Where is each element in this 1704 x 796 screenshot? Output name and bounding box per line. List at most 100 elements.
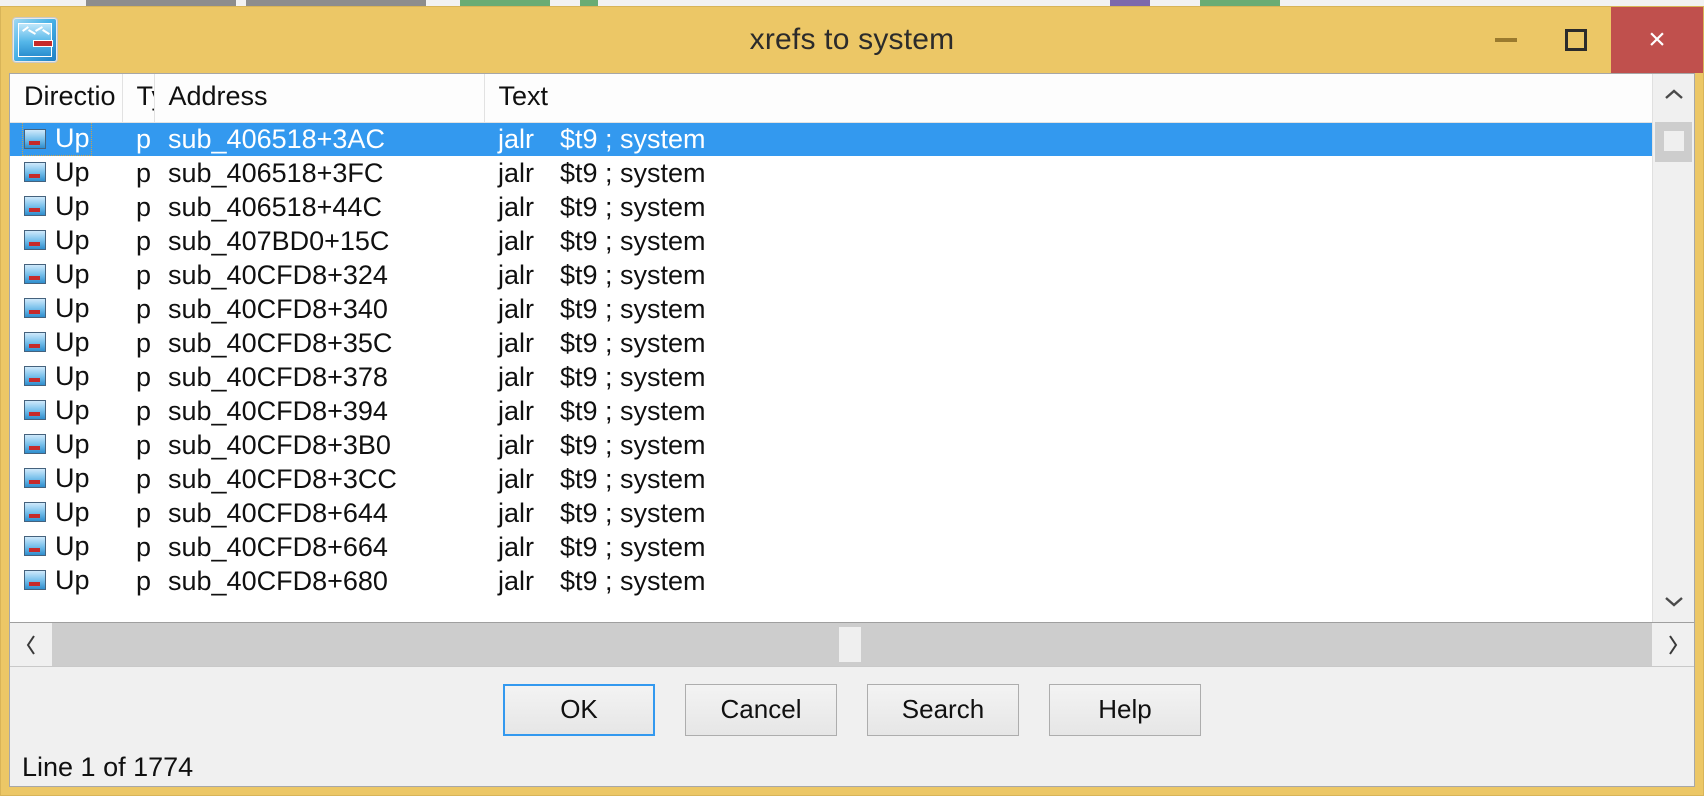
instruction-mnemonic: jalr [498,157,535,188]
instruction-mnemonic: jalr [498,293,535,324]
xrefs-dialog-window: xrefs to system × Directio T Address Tex… [0,6,1704,796]
cell-text: jalr $t9 ; system [484,462,1652,496]
cell-direction: Up [10,156,122,190]
table-row[interactable]: Up p sub_40CFD8+3CC jalr $t9 ; system [10,462,1652,496]
instruction-mnemonic: jalr [498,497,535,528]
table-row[interactable]: Up p sub_40CFD8+644 jalr $t9 ; system [10,496,1652,530]
cell-type: p [136,497,152,528]
xref-row-icon [24,264,46,285]
table-row[interactable]: Up p sub_406518+44C jalr $t9 ; system [10,190,1652,224]
cell-type: p [136,157,152,188]
scroll-down-button[interactable] [1653,580,1694,622]
cell-type: p [136,225,152,256]
instruction-operand: $t9 ; system [560,157,706,188]
instruction-operand: $t9 ; system [560,429,706,460]
ok-button[interactable]: OK [503,683,655,736]
cancel-button[interactable]: Cancel [685,683,837,736]
xref-row-icon [24,502,46,523]
table-row[interactable]: Up p sub_40CFD8+378 jalr $t9 ; system [10,360,1652,394]
dialog-client-area: Directio Ty Address Text Uppsub_406518+3… [9,73,1695,787]
maximize-button[interactable] [1541,7,1611,73]
column-header-text[interactable]: Text [484,74,1652,123]
chevron-right-icon [1669,634,1678,655]
vertical-scroll-thumb[interactable] [1655,122,1692,162]
xref-row-icon [24,570,46,591]
scroll-up-button[interactable] [1653,74,1694,116]
table-row[interactable]: Up p sub_40CFD8+3B0 jalr $t9 ; system [10,428,1652,462]
instruction-mnemonic: jalr [498,531,535,562]
chevron-left-icon [26,634,35,655]
table-row[interactable]: Up p sub_40CFD8+394 jalr $t9 ; system [10,394,1652,428]
cell-address: sub_40CFD8+378 [168,361,388,392]
direction-label: Up [55,123,90,153]
column-header-type[interactable]: Ty [122,74,155,123]
table-row[interactable]: Up p sub_407BD0+15C jalr $t9 ; system [10,224,1652,258]
cell-direction: Up [10,326,122,360]
help-button[interactable]: Help [1049,683,1201,736]
direction-label: Up [55,190,90,221]
instruction-mnemonic: jalr [498,327,535,358]
cell-address: sub_406518+3FC [168,157,384,188]
horizontal-scrollbar[interactable] [10,622,1694,666]
cell-text: jalr $t9 ; system [484,190,1652,224]
cell-text: jalr $t9 ; system [484,122,1652,156]
xref-row-icon [24,366,46,387]
horizontal-scroll-thumb[interactable] [839,627,862,662]
cell-address: sub_40CFD8+3CC [168,463,397,494]
xrefs-list-pane[interactable]: Directio Ty Address Text Uppsub_406518+3… [10,74,1652,622]
cell-type: p [136,463,152,494]
table-row[interactable]: Up p sub_40CFD8+35C jalr $t9 ; system [10,326,1652,360]
instruction-operand: $t9 ; system [560,259,706,290]
cell-direction: Up [10,496,122,530]
search-button[interactable]: Search [867,683,1019,736]
direction-label: Up [55,258,90,289]
dialog-button-bar: OK Cancel Search Help [10,666,1694,752]
direction-label: Up [55,564,90,595]
direction-label: Up [55,156,90,187]
instruction-operand: $t9 ; system [560,361,706,392]
table-row[interactable]: Up p sub_40CFD8+324 jalr $t9 ; system [10,258,1652,292]
cell-text: jalr $t9 ; system [484,496,1652,530]
instruction-mnemonic: jalr [498,361,535,392]
cell-type: p [136,531,152,562]
instruction-operand: $t9 ; system [560,565,706,596]
horizontal-scroll-track[interactable] [52,623,1652,666]
ida-xrefs-icon [13,18,57,62]
table-row[interactable]: Up p sub_40CFD8+680 jalr $t9 ; system [10,564,1652,598]
table-row[interactable]: Up p sub_406518+3AC jalr $t9 ; system [10,122,1652,156]
cell-text: jalr $t9 ; system [484,292,1652,326]
instruction-mnemonic: jalr [498,123,535,154]
cell-text: jalr $t9 ; system [484,360,1652,394]
scroll-right-button[interactable] [1652,623,1694,666]
cell-type: p [136,429,152,460]
instruction-mnemonic: jalr [498,225,535,256]
xref-row-icon [24,298,46,319]
table-row[interactable]: Up p sub_406518+3FC jalr $t9 ; system [10,156,1652,190]
instruction-mnemonic: jalr [498,259,535,290]
close-button[interactable]: × [1611,7,1703,73]
direction-label: Up [55,224,90,255]
cell-text: jalr $t9 ; system [484,564,1652,598]
maximize-icon [1565,29,1587,51]
scroll-left-button[interactable] [10,623,52,666]
cell-text: jalr $t9 ; system [484,428,1652,462]
direction-label: Up [55,462,90,493]
direction-label: Up [55,428,90,459]
status-bar: Line 1 of 1774 [10,752,1694,786]
table-row[interactable]: Up p sub_40CFD8+664 jalr $t9 ; system [10,530,1652,564]
instruction-operand: $t9 ; system [560,327,706,358]
cell-direction: Up [10,122,122,156]
xref-row-icon [24,332,46,353]
table-row[interactable]: Up p sub_40CFD8+340 jalr $t9 ; system [10,292,1652,326]
column-header-direction[interactable]: Directio [10,74,123,123]
vertical-scroll-track[interactable] [1653,116,1694,580]
title-bar[interactable]: xrefs to system × [1,7,1703,73]
xref-row-icon [24,434,46,455]
vertical-scrollbar[interactable] [1652,74,1694,622]
xref-row-icon [24,230,46,251]
cell-text: jalr $t9 ; system [484,258,1652,292]
instruction-mnemonic: jalr [498,395,535,426]
minimize-button[interactable] [1471,7,1541,73]
column-header-address[interactable]: Address [154,74,485,123]
cell-address: sub_40CFD8+394 [168,395,388,426]
